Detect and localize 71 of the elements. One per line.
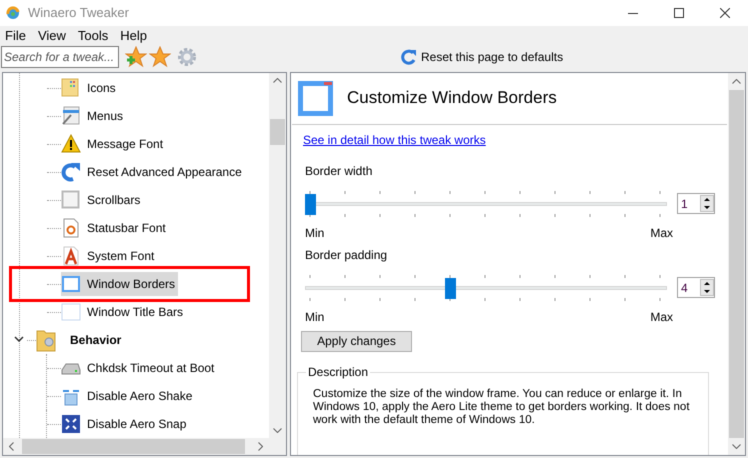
- vertical-scrollbar[interactable]: [728, 72, 745, 454]
- slider-min-label: Min: [305, 224, 324, 240]
- tree-item[interactable]: Disable Aero Snap: [61, 412, 190, 436]
- scroll-down-icon[interactable]: [273, 428, 282, 432]
- slider-thumb[interactable]: [445, 278, 456, 298]
- document-icon: [61, 246, 81, 266]
- tree-item[interactable]: Statusbar Font: [61, 216, 169, 240]
- document-icon: [61, 218, 81, 238]
- tree-item[interactable]: Window Borders: [61, 272, 178, 296]
- refresh-icon: [401, 48, 417, 64]
- window-icon: [298, 80, 333, 116]
- scrollbar-thumb[interactable]: [22, 438, 245, 454]
- slider-label: Border width: [305, 162, 374, 178]
- description-title: Description: [306, 364, 370, 378]
- tree-item[interactable]: Window Title Bars: [61, 300, 186, 324]
- number-spinner[interactable]: 1: [677, 193, 715, 214]
- menu-item[interactable]: Help: [115, 26, 152, 46]
- scroll-up-icon[interactable]: [273, 78, 282, 82]
- scrollbar-thumb[interactable]: [729, 90, 744, 438]
- tree-item[interactable]: System Font: [61, 244, 158, 268]
- tree-group[interactable]: Behavior: [36, 328, 122, 352]
- tweak-details-link[interactable]: See in detail how this tweak works: [303, 132, 486, 146]
- slider-max-label: Max: [650, 308, 673, 324]
- collapse-chevron-icon[interactable]: [14, 336, 24, 342]
- horizontal-scrollbar[interactable]: [3, 438, 286, 454]
- tree-item[interactable]: Icons: [61, 76, 119, 100]
- menu-item[interactable]: Tools: [72, 26, 114, 46]
- folder-gear-icon: [36, 328, 56, 352]
- warning-icon: [61, 134, 81, 154]
- slider-label: Border padding: [305, 246, 388, 262]
- menu-item[interactable]: View: [32, 26, 71, 46]
- close-icon: [720, 8, 730, 18]
- frame-icon: [61, 190, 81, 210]
- scrollbar-thumb[interactable]: [270, 118, 285, 144]
- refresh-icon: [61, 162, 81, 182]
- page-title: Customize Window Borders: [347, 87, 557, 110]
- spinner-arrows-icon[interactable]: [700, 195, 714, 212]
- star-icon[interactable]: [149, 46, 171, 68]
- search-field[interactable]: Search for a tweak...: [1, 46, 119, 68]
- maximize-icon: [674, 8, 684, 18]
- slider-min-label: Min: [305, 308, 324, 324]
- apply-changes-button[interactable]: Apply changes: [301, 330, 412, 352]
- menu-item[interactable]: File: [0, 26, 31, 46]
- window-icon: [61, 274, 81, 294]
- spinner-arrows-icon[interactable]: [700, 279, 714, 296]
- tree-item[interactable]: Scrollbars: [61, 188, 144, 212]
- slider[interactable]: [305, 272, 667, 302]
- tree-item[interactable]: Disable Aero Shake: [61, 384, 196, 408]
- scroll-down-icon[interactable]: [732, 444, 741, 448]
- tree-item[interactable]: Menus: [61, 104, 126, 128]
- app-icon: [6, 6, 20, 20]
- window-title: Winaero Tweaker: [28, 4, 129, 22]
- number-spinner[interactable]: 4: [677, 277, 715, 298]
- vertical-scrollbar[interactable]: [269, 72, 286, 438]
- minimize-icon: [628, 12, 638, 14]
- slider[interactable]: [305, 188, 667, 218]
- description-text: Customize the size of the window frame. You can reduce or enlarge it. In Windows 10, apply the Aero Lite theme to get borders working. It does not work with the default theme of Windows 10.: [313, 388, 691, 426]
- folder-icon: [61, 78, 81, 98]
- tree-item[interactable]: Reset Advanced Appearance: [61, 160, 245, 184]
- add-favorite-icon[interactable]: [125, 46, 147, 68]
- scroll-left-icon[interactable]: [9, 442, 14, 450]
- reset-page-button[interactable]: Reset this page to defaults: [401, 48, 564, 66]
- slider-thumb[interactable]: [305, 194, 316, 214]
- scroll-up-icon[interactable]: [732, 78, 741, 84]
- tree-item[interactable]: Chkdsk Timeout at Boot: [61, 356, 218, 380]
- menu-icon: [61, 106, 81, 126]
- tree-item[interactable]: Message Font: [61, 132, 166, 156]
- scroll-right-icon[interactable]: [258, 442, 263, 450]
- grid-icon: [61, 414, 81, 434]
- slider-max-label: Max: [650, 224, 673, 240]
- window-icon: [61, 302, 81, 322]
